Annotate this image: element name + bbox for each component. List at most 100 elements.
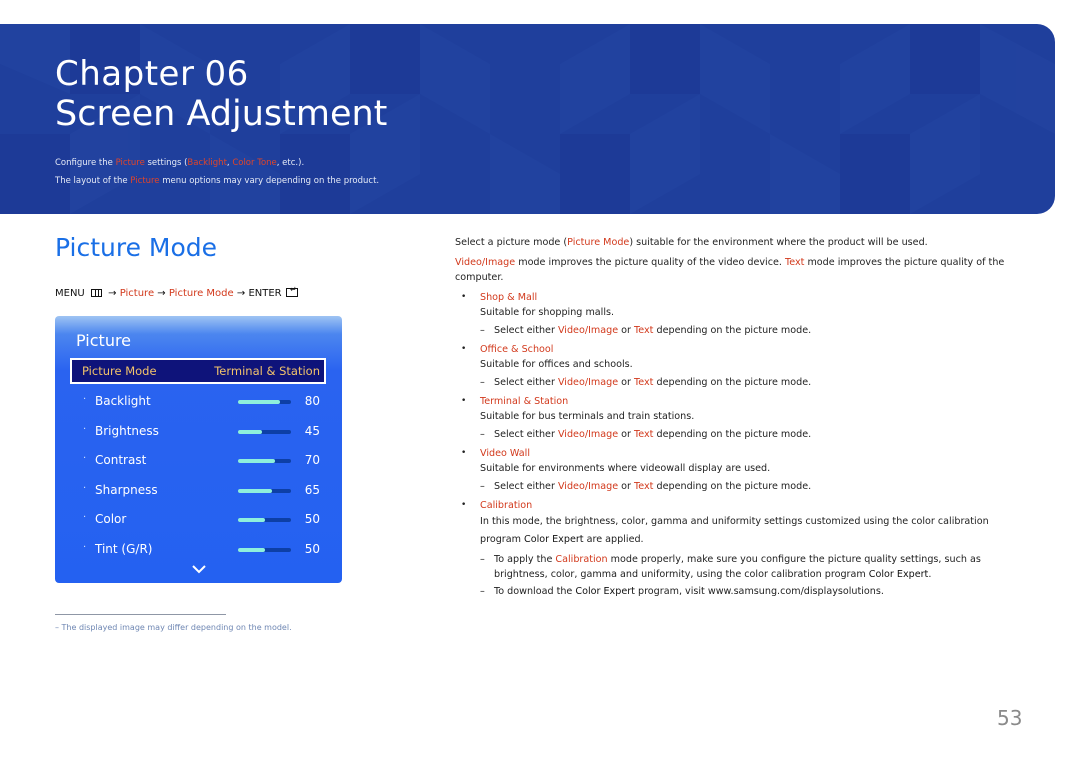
term-video-image: Video/Image [455,257,516,268]
slider-track[interactable] [238,400,291,404]
mode-item-title: Shop & Mall [480,292,538,303]
arrow: → [157,288,166,299]
text: Select either [494,325,558,336]
text: , etc.). [276,158,305,168]
text: program [480,534,525,545]
term-picture: Picture [130,176,160,186]
text: depending on the picture mode. [653,481,812,492]
chapter-banner: Chapter 06 Screen Adjustment Configure th… [0,24,1055,214]
chapter-description-1: Configure the Picture settings (Backligh… [55,158,304,168]
dash: – [480,481,485,492]
enter-icon [285,285,298,297]
picture-osd-menu: Picture Picture Mode Terminal & Station … [55,316,342,583]
text: or [618,325,635,336]
dash: – [480,554,485,565]
dash: – [480,377,485,388]
term-picture-mode: Picture Mode [567,237,630,248]
text: settings ( [144,158,188,168]
mode-item-description: Suitable for shopping malls. [480,307,615,318]
section-title: Picture Mode [55,233,218,262]
osd-item-value: 70 [304,453,320,467]
slider-track[interactable] [238,459,291,463]
osd-item-color[interactable]: · Color 50 [55,510,342,532]
text: mode improves the picture quality of the… [515,257,785,268]
menu-step-picture-mode: Picture Mode [168,288,234,299]
mode-item-video-wall: • Video Wall Suitable for environments whe… [455,446,1035,476]
chevron-down-icon[interactable] [192,564,206,574]
osd-item-label: Sharpness [95,483,158,497]
dash: – [480,325,485,336]
osd-item-value: 80 [304,394,320,408]
term-text: Text [634,481,654,492]
enter-label: ENTER [248,288,282,299]
bullet: • [461,292,467,302]
term-text: Text [634,325,654,336]
osd-item-sharpness[interactable]: · Sharpness 65 [55,481,342,503]
term-color-tone: Color Tone [232,158,277,168]
osd-item-brightness[interactable]: · Brightness 45 [55,422,342,444]
osd-item-value: 45 [304,424,320,438]
term-calibration: Calibration [555,554,608,565]
mode-item-note: – Select either Video/Image or Text depen… [455,479,1035,494]
bullet: · [83,542,87,553]
mode-item-title: Office & School [480,344,554,355]
slider-track[interactable] [238,518,291,522]
osd-item-value: 65 [304,483,320,497]
text: In this mode, the brightness, color, gam… [480,516,989,527]
term-video-image: Video/Image [557,377,619,388]
text: The layout of the [55,176,131,186]
osd-item-label: Contrast [95,453,147,467]
mode-item-title: Calibration [480,500,533,511]
slider-track[interactable] [238,548,291,552]
mode-item-description: Suitable for bus terminals and train sta… [480,411,695,422]
chapter-title: Screen Adjustment [55,94,388,134]
term-video-image: Video/Image [557,429,619,440]
mode-item-description: In this mode, the brightness, color, gam… [480,513,1035,549]
footnote: – The displayed image may differ dependi… [55,623,292,632]
osd-item-contrast[interactable]: · Contrast 70 [55,451,342,473]
slider-fill [238,518,265,522]
osd-item-value: 50 [304,512,320,526]
mode-item-note: – Select either Video/Image or Text depen… [455,375,1035,390]
text: To download the [494,586,576,597]
menu-path: MENU → Picture → Picture Mode → ENTER [55,285,298,299]
page-number: 53 [997,706,1023,730]
bullet: · [83,453,87,464]
term-color-expert: Color Expert [524,534,584,545]
term-text: Text [785,257,805,268]
term-text: Text [634,377,654,388]
chapter-heading: Chapter 06 [55,54,249,94]
osd-title: Picture [76,331,132,350]
osd-item-picture-mode[interactable]: Picture Mode Terminal & Station [70,358,326,384]
arrow: → [108,288,117,299]
bullet: • [461,448,467,458]
slider-fill [238,548,265,552]
slider-track[interactable] [238,489,291,493]
chapter-number: 06 [204,54,249,94]
term-text: Text [634,429,654,440]
bullet: · [83,483,87,494]
mode-item-title: Video Wall [480,448,531,459]
chapter-label: Chapter [55,54,195,94]
osd-item-backlight[interactable]: · Backlight 80 [55,392,342,414]
mode-item-description: Suitable for environments where videowal… [480,463,771,474]
term-picture: Picture [115,158,145,168]
mode-item-note: – Select either Video/Image or Text depen… [455,427,1035,442]
bullet: • [461,344,467,354]
text: Select a picture mode ( [455,237,568,248]
menu-icon [90,289,102,297]
bullet: · [83,424,87,435]
text: Select either [494,429,558,440]
mode-item-terminal-station: • Terminal & Station Suitable for bus term… [455,394,1035,424]
slider-fill [238,430,262,434]
mode-item-calibration: • Calibration In this mode, the brightne… [455,498,1035,549]
text: menu options may vary depending on the p… [159,176,380,186]
osd-item-tint-g-r[interactable]: · Tint (G/R) 50 [55,540,342,562]
intro-paragraph: Select a picture mode (Picture Mode) sui… [455,235,1035,250]
text: or [618,481,635,492]
picture-mode-description: Select a picture mode (Picture Mode) sui… [455,235,1035,603]
osd-item-label: Tint (G/R) [95,542,153,556]
text: ) suitable for the environment where the… [629,237,928,248]
slider-track[interactable] [238,430,291,434]
mode-item-title: Terminal & Station [480,396,569,407]
